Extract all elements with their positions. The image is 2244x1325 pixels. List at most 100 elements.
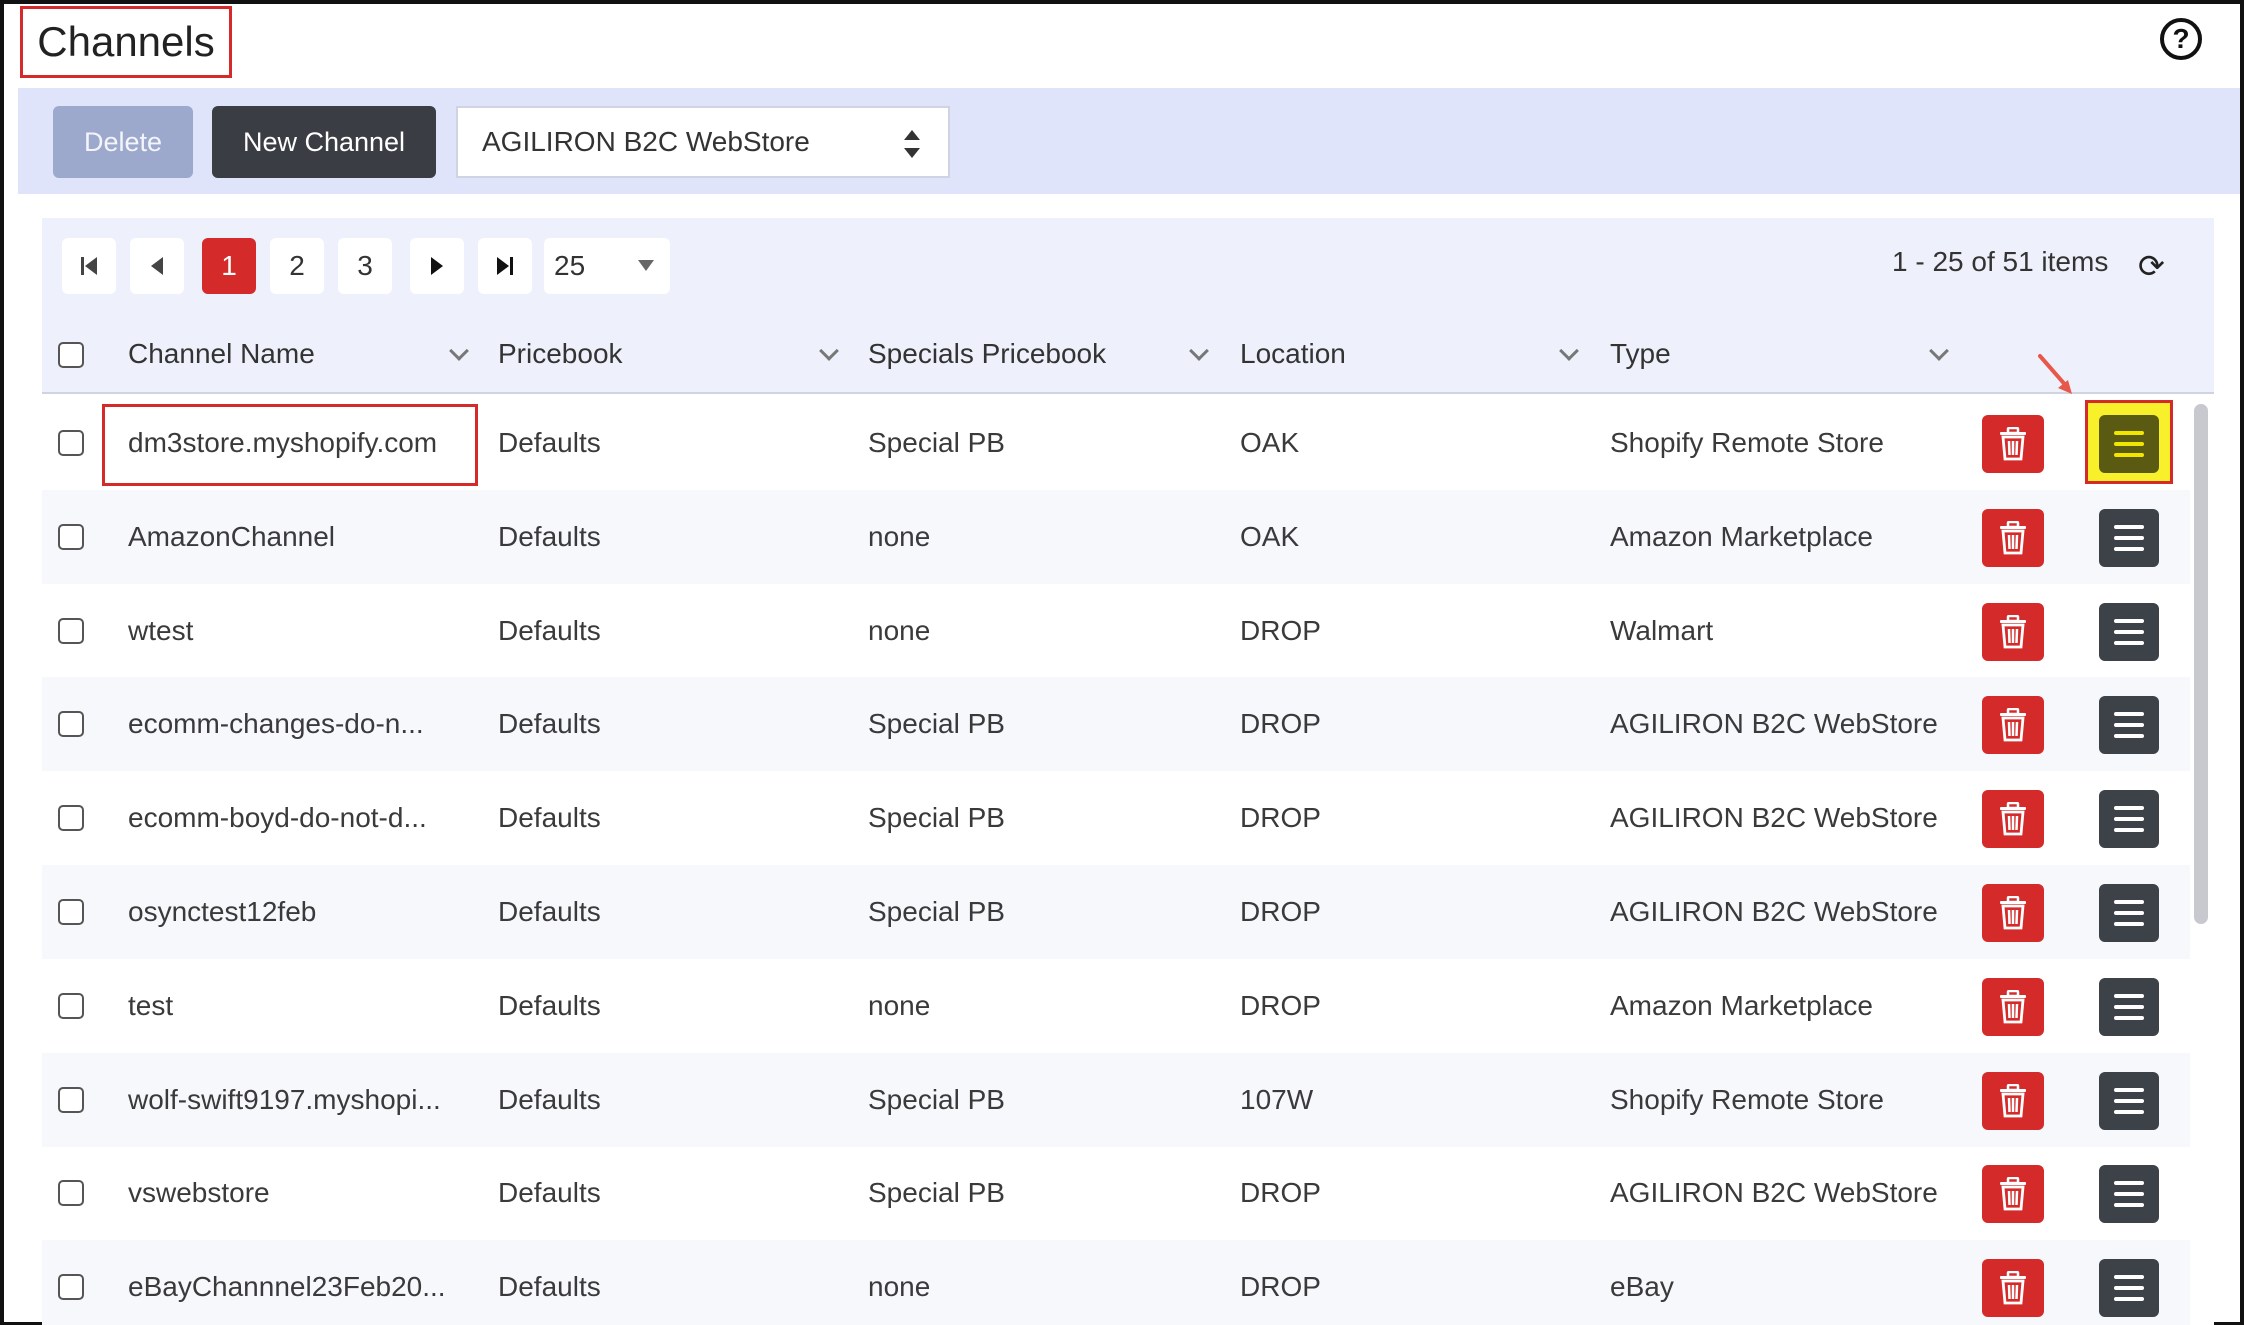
chevron-down-icon[interactable] — [1929, 341, 1949, 361]
vertical-scrollbar[interactable] — [2190, 394, 2214, 1325]
row-menu-button[interactable] — [2099, 602, 2159, 661]
row-checkbox[interactable] — [58, 1180, 84, 1207]
delete-row-button[interactable] — [1982, 1259, 2044, 1318]
location-cell: DROP — [1240, 708, 1321, 740]
next-page-button[interactable] — [410, 238, 464, 294]
channel-name-cell[interactable]: osynctest12feb — [128, 865, 316, 959]
channel-type-select-value: AGILIRON B2C WebStore — [482, 126, 810, 157]
chevron-down-icon[interactable] — [819, 341, 839, 361]
help-circle-icon[interactable]: ? — [2160, 18, 2202, 60]
table-row[interactable]: ecomm-changes-do-n... Defaults Special PB D… — [42, 677, 2190, 772]
trash-icon — [1998, 708, 2028, 742]
chevron-down-icon[interactable] — [1189, 341, 1209, 361]
row-checkbox[interactable] — [58, 617, 84, 644]
table-row[interactable]: eBayChannnel23Feb20... Defaults none DROP eB… — [42, 1240, 2190, 1325]
delete-button[interactable]: Delete — [53, 106, 193, 178]
channel-name-cell[interactable]: eBayChannnel23Feb20... — [128, 1240, 446, 1325]
row-menu-button[interactable] — [2099, 1165, 2159, 1224]
row-checkbox[interactable] — [58, 992, 84, 1019]
pricebook-cell: Defaults — [498, 708, 601, 740]
type-cell: Amazon Marketplace — [1610, 520, 1874, 552]
pricebook-cell: Defaults — [498, 1177, 601, 1209]
last-page-button[interactable] — [478, 238, 532, 294]
row-menu-button[interactable] — [2099, 696, 2159, 755]
channel-name-cell[interactable]: vswebstore — [128, 1146, 270, 1240]
column-header-channel-name[interactable]: Channel Name — [128, 314, 315, 394]
location-cell: DROP — [1240, 1177, 1321, 1209]
column-header-location[interactable]: Location — [1240, 314, 1346, 394]
specials-pricebook-cell: Special PB — [868, 802, 1005, 834]
row-checkbox[interactable] — [58, 1274, 84, 1301]
trash-icon — [1998, 989, 2028, 1024]
channel-name-cell[interactable]: test — [128, 959, 173, 1053]
delete-row-button[interactable] — [1982, 415, 2044, 473]
column-header-pricebook[interactable]: Pricebook — [498, 314, 623, 394]
column-header-specials-pricebook[interactable]: Specials Pricebook — [868, 314, 1106, 394]
specials-pricebook-cell: Special PB — [868, 708, 1005, 740]
trash-icon — [1998, 1271, 2028, 1305]
annotation-arrow-icon — [2038, 354, 2072, 394]
specials-pricebook-cell: Special PB — [868, 1177, 1005, 1209]
page-2-button[interactable]: 2 — [270, 238, 324, 294]
row-menu-button[interactable] — [2099, 415, 2159, 473]
table-row[interactable]: AmazonChannel Defaults none OAK Amazon Marke… — [42, 489, 2190, 584]
table-row[interactable]: dm3store.myshopify.com Defaults Special PB… — [42, 396, 2190, 490]
channel-name-cell[interactable]: ecomm-changes-do-n... — [128, 677, 424, 771]
refresh-icon[interactable]: ⟳ — [2138, 250, 2165, 282]
row-menu-button[interactable] — [2099, 1259, 2159, 1318]
type-cell: Walmart — [1610, 614, 1714, 646]
row-checkbox[interactable] — [58, 899, 84, 925]
channel-name-cell[interactable]: AmazonChannel — [128, 490, 335, 584]
type-cell: eBay — [1610, 1271, 1674, 1303]
page-3-button[interactable]: 3 — [338, 238, 392, 294]
delete-row-button[interactable] — [1982, 1165, 2044, 1224]
table-row[interactable]: vswebstore Defaults Special PB DROP AGILIRON… — [42, 1146, 2190, 1240]
chevron-down-icon[interactable] — [1559, 341, 1579, 361]
row-menu-button[interactable] — [2099, 1071, 2159, 1130]
delete-row-button[interactable] — [1982, 884, 2044, 942]
channel-type-select[interactable]: AGILIRON B2C WebStore — [456, 106, 950, 178]
page-size-select[interactable]: 25 — [544, 238, 670, 294]
channel-name-cell[interactable]: wolf-swift9197.myshopi... — [128, 1053, 441, 1147]
row-menu-button[interactable] — [2099, 508, 2159, 567]
channels-grid: 1 2 3 25 1 - 25 of 51 items ⟳ Channel Na… — [42, 218, 2214, 1325]
page-1-button[interactable]: 1 — [202, 238, 256, 294]
new-channel-button[interactable]: New Channel — [212, 106, 436, 178]
table-row[interactable]: test Defaults none DROP Amazon Marketplace — [42, 959, 2190, 1053]
channel-name-cell[interactable]: wtest — [128, 584, 193, 678]
row-checkbox[interactable] — [58, 805, 84, 832]
row-menu-button[interactable] — [2099, 977, 2159, 1036]
row-checkbox[interactable] — [58, 711, 84, 738]
row-menu-button[interactable] — [2099, 790, 2159, 849]
column-header-type[interactable]: Type — [1610, 314, 1671, 394]
row-menu-button[interactable] — [2099, 884, 2159, 942]
location-cell: OAK — [1240, 427, 1300, 458]
row-checkbox[interactable] — [58, 430, 84, 456]
table-row[interactable]: osynctest12feb Defaults Special PB DROP AGIL… — [42, 865, 2190, 959]
row-checkbox[interactable] — [58, 1086, 84, 1113]
table-row[interactable]: wolf-swift9197.myshopi... Defaults Special… — [42, 1052, 2190, 1147]
first-page-button[interactable] — [62, 238, 116, 294]
channel-name-cell[interactable]: dm3store.myshopify.com — [128, 396, 437, 490]
delete-row-button[interactable] — [1982, 977, 2044, 1036]
delete-row-button[interactable] — [1982, 696, 2044, 755]
pricebook-cell: Defaults — [498, 1271, 601, 1303]
delete-row-button[interactable] — [1982, 1071, 2044, 1130]
location-cell: OAK — [1240, 520, 1300, 552]
delete-row-button[interactable] — [1982, 790, 2044, 849]
delete-row-button[interactable] — [1982, 508, 2044, 567]
delete-row-button[interactable] — [1982, 602, 2044, 661]
chevron-down-icon[interactable] — [449, 341, 469, 361]
type-cell: AGILIRON B2C WebStore — [1610, 1177, 1938, 1209]
type-cell: Shopify Remote Store — [1610, 427, 1884, 458]
specials-pricebook-cell: Special PB — [868, 1083, 1005, 1115]
table-row[interactable]: ecomm-boyd-do-not-d... Defaults Special PB… — [42, 771, 2190, 865]
scrollbar-thumb[interactable] — [2194, 404, 2208, 924]
channel-name-cell[interactable]: ecomm-boyd-do-not-d... — [128, 771, 427, 865]
select-all-checkbox[interactable] — [58, 342, 84, 368]
trash-icon — [1998, 802, 2028, 836]
table-row[interactable]: wtest Defaults none DROP Walmart — [42, 584, 2190, 678]
prev-page-button[interactable] — [130, 238, 184, 294]
hamburger-menu-icon — [2114, 900, 2144, 904]
row-checkbox[interactable] — [58, 523, 84, 550]
